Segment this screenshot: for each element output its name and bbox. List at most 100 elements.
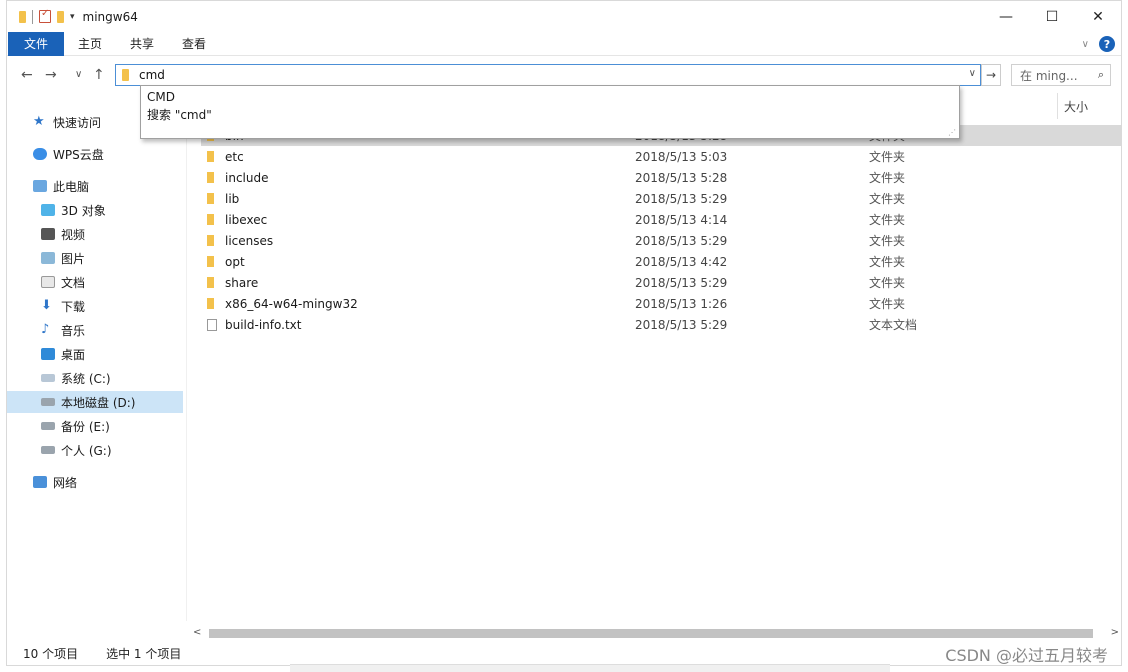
properties-icon[interactable] (39, 8, 51, 23)
sidebar-item-network[interactable]: 网络 (33, 471, 77, 493)
horizontal-scrollbar[interactable]: < > (189, 625, 1119, 642)
sidebar-item-label: 快速访问 (53, 115, 102, 130)
customize-toolbar-icon[interactable]: ▾ (70, 12, 75, 22)
sidebar-item-drive-c[interactable]: 系统 (C:) (41, 367, 111, 389)
help-icon[interactable]: ? (1099, 36, 1115, 52)
go-arrow-icon[interactable]: → (981, 64, 1001, 86)
file-type: 文件夹 (869, 150, 906, 164)
file-date: 2018/5/13 1:26 (635, 296, 728, 311)
sidebar-item-label: 个人 (G:) (61, 443, 112, 458)
selected-count: 选中 1 个项目 (106, 647, 182, 661)
search-placeholder: 在 ming... (1020, 68, 1078, 83)
column-header-size[interactable]: 大小 (1057, 93, 1117, 119)
file-date: 2018/5/13 5:29 (635, 191, 728, 206)
address-bar[interactable]: ∨ (115, 64, 981, 86)
sidebar-item-drive-e[interactable]: 备份 (E:) (41, 415, 110, 437)
sidebar-item-downloads[interactable]: ⬇ 下载 (41, 295, 85, 317)
minimize-button[interactable]: — (983, 1, 1029, 32)
scroll-left-icon[interactable]: < (193, 627, 201, 638)
search-box[interactable]: 在 ming... ⌕ (1011, 64, 1111, 86)
file-type: 文件夹 (869, 213, 906, 227)
folder-icon (19, 10, 26, 23)
file-row[interactable]: opt 2018/5/13 4:42 文件夹 (201, 251, 1121, 272)
toolbar-divider (32, 9, 33, 24)
resize-grip-icon[interactable]: ⋰ (948, 128, 956, 137)
desktop-icon (41, 348, 55, 360)
forward-arrow-icon[interactable]: → (45, 67, 57, 83)
sidebar-item-wps[interactable]: WPS云盘 (33, 143, 104, 165)
csdn-watermark: CSDN @必过五月较考 (945, 646, 1108, 665)
sidebar-item-pictures[interactable]: 图片 (41, 247, 85, 269)
file-row[interactable]: include 2018/5/13 5:28 文件夹 (201, 167, 1121, 188)
download-icon: ⬇ (41, 298, 52, 313)
sidebar-item-drive-g[interactable]: 个人 (G:) (41, 439, 112, 461)
tab-view[interactable]: 查看 (168, 32, 220, 56)
tab-share[interactable]: 共享 (116, 32, 168, 56)
maximize-button[interactable]: ☐ (1029, 1, 1075, 32)
address-input[interactable] (139, 68, 939, 82)
taskbar-strip (290, 664, 890, 672)
new-folder-icon[interactable] (57, 10, 64, 23)
sidebar-item-desktop[interactable]: 桌面 (41, 343, 85, 365)
file-date: 2018/5/13 5:28 (635, 170, 728, 185)
back-arrow-icon[interactable]: ← (21, 67, 33, 83)
sidebar-item-this-pc[interactable]: 此电脑 (33, 175, 89, 197)
computer-icon (33, 180, 47, 192)
file-type: 文件夹 (869, 297, 906, 311)
file-date: 2018/5/13 5:29 (635, 275, 728, 290)
title-bar: ▾ mingw64 — ☐ ✕ (7, 1, 1121, 32)
tab-file[interactable]: 文件 (8, 31, 64, 56)
scrollbar-thumb[interactable] (209, 629, 1093, 638)
drive-icon (41, 398, 55, 406)
sidebar-item-quick-access[interactable]: ★ 快速访问 (33, 111, 101, 133)
documents-icon (41, 276, 55, 288)
sidebar-item-music[interactable]: ♪ 音乐 (41, 319, 85, 341)
file-row[interactable]: build-info.txt 2018/5/13 5:29 文本文档 (201, 314, 1121, 335)
suggestion-item[interactable]: CMD (147, 88, 953, 106)
folder-icon (207, 277, 214, 288)
close-button[interactable]: ✕ (1075, 1, 1121, 32)
scroll-right-icon[interactable]: > (1111, 627, 1119, 638)
file-row[interactable]: libexec 2018/5/13 4:14 文件夹 (201, 209, 1121, 230)
sidebar-item-documents[interactable]: 文档 (41, 271, 85, 293)
pictures-icon (41, 252, 55, 264)
recent-locations-icon[interactable]: ∨ (75, 69, 82, 80)
file-row[interactable]: etc 2018/5/13 5:03 文件夹 (201, 146, 1121, 167)
file-name: share (225, 275, 259, 290)
sidebar-item-label: 文档 (61, 275, 86, 290)
window-title: mingw64 (82, 9, 138, 24)
folder-icon (207, 256, 214, 267)
file-type: 文件夹 (869, 171, 906, 185)
tab-home[interactable]: 主页 (64, 32, 116, 56)
sidebar-item-videos[interactable]: 视频 (41, 223, 85, 245)
file-row[interactable]: share 2018/5/13 5:29 文件夹 (201, 272, 1121, 293)
file-row[interactable]: lib 2018/5/13 5:29 文件夹 (201, 188, 1121, 209)
expand-ribbon-icon[interactable]: ∨ (1082, 39, 1089, 50)
sidebar-item-3d[interactable]: 3D 对象 (41, 199, 106, 221)
sidebar-item-drive-d[interactable]: 本地磁盘 (D:) (7, 391, 183, 413)
navigation-pane: ★ 快速访问 WPS云盘 此电脑 3D 对象 视频 图片 文档 ⬇ 下载 ♪ 音… (7, 105, 187, 621)
sidebar-item-label: 网络 (53, 475, 78, 490)
file-row[interactable]: licenses 2018/5/13 5:29 文件夹 (201, 230, 1121, 251)
folder-icon (207, 214, 214, 225)
file-row[interactable]: x86_64-w64-mingw32 2018/5/13 1:26 文件夹 (201, 293, 1121, 314)
sidebar-item-label: 图片 (61, 251, 86, 266)
file-type: 文件夹 (869, 234, 906, 248)
music-icon: ♪ (41, 322, 50, 337)
sidebar-item-label: 本地磁盘 (D:) (61, 395, 136, 410)
file-type: 文件夹 (869, 255, 906, 269)
file-name: x86_64-w64-mingw32 (225, 296, 358, 311)
sidebar-item-label: 系统 (C:) (61, 371, 111, 386)
address-dropdown-icon[interactable]: ∨ (969, 68, 976, 79)
up-arrow-icon[interactable]: ↑ (93, 67, 105, 83)
file-list: bin 2018/5/13 5:28 文件夹 etc 2018/5/13 5:0… (201, 125, 1121, 335)
file-date: 2018/5/13 5:29 (635, 233, 728, 248)
item-count: 10 个项目 (23, 647, 79, 661)
status-bar: 10 个项目 选中 1 个项目 (23, 645, 181, 663)
file-type: 文件夹 (869, 192, 906, 206)
drive-icon (41, 422, 55, 430)
suggestion-item[interactable]: 搜索 "cmd" (147, 106, 953, 124)
video-icon (41, 228, 55, 240)
file-date: 2018/5/13 4:42 (635, 254, 728, 269)
drive-icon (41, 446, 55, 454)
